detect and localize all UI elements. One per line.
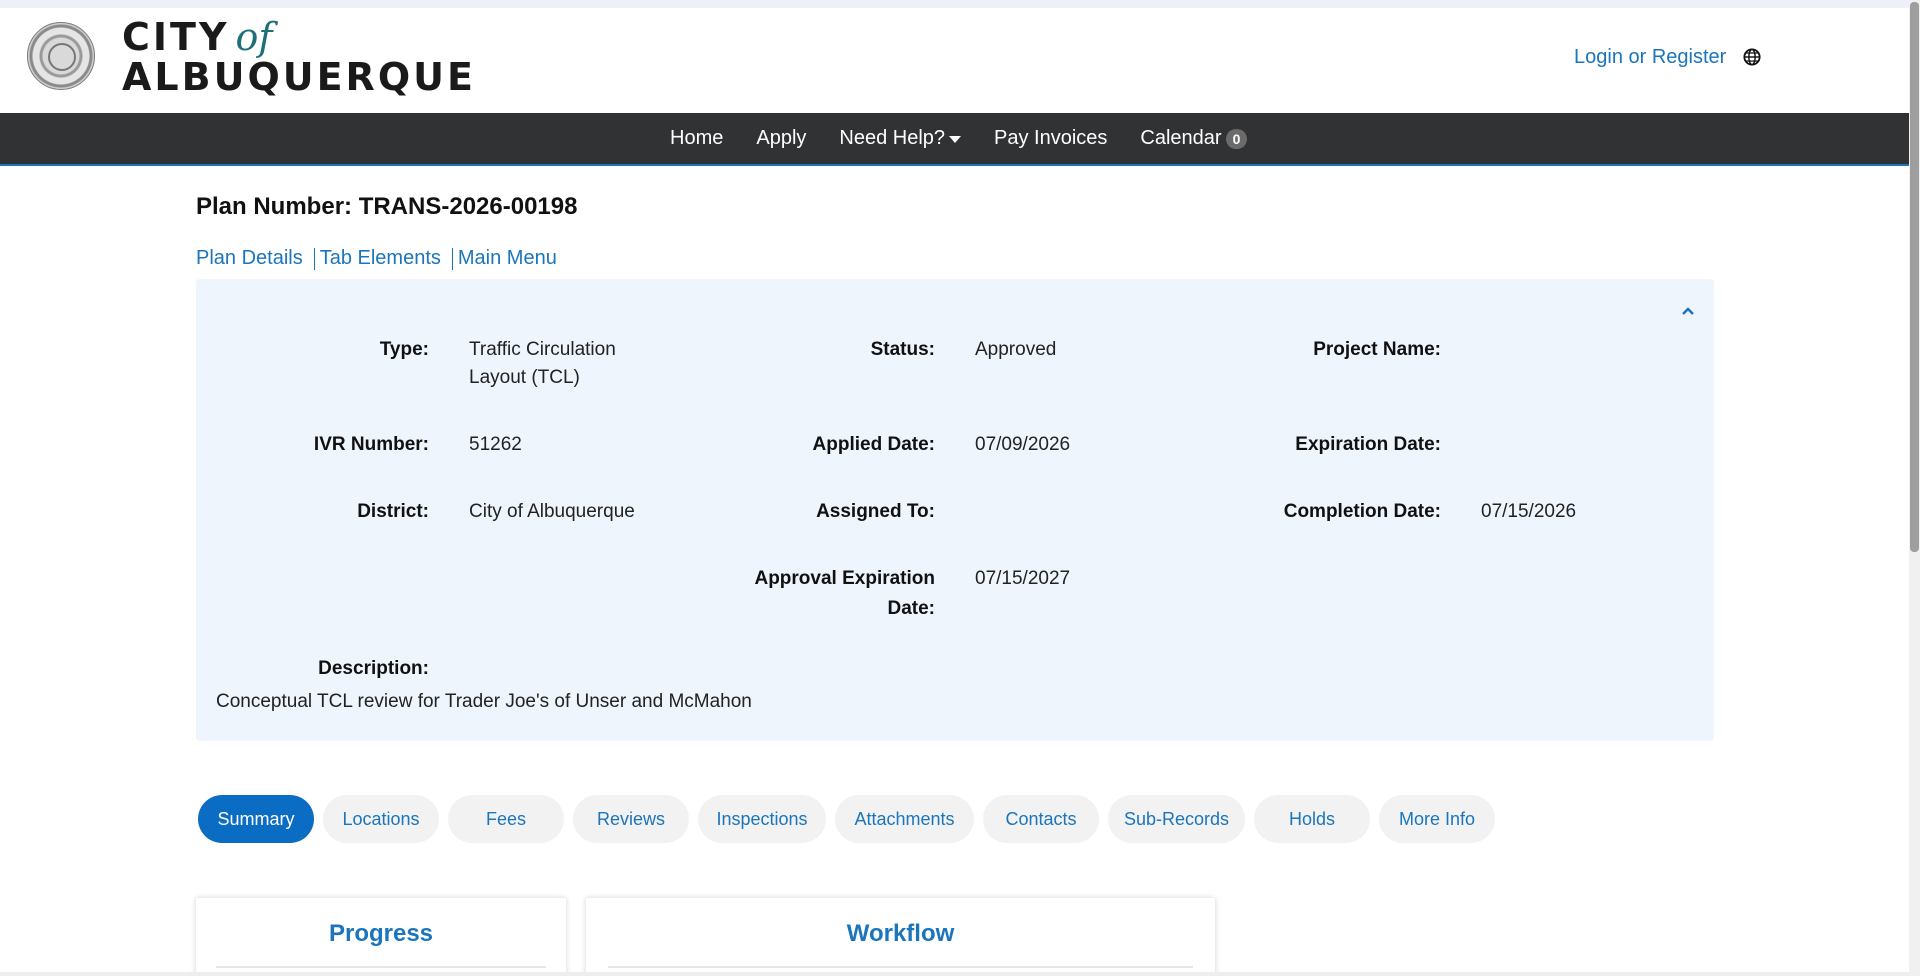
nav-home[interactable]: Home (670, 127, 723, 150)
description-label: Description: (318, 658, 429, 679)
top-border (0, 0, 1909, 8)
nav-home-label: Home (670, 127, 724, 149)
plan-subnav: Plan Details Tab Elements Main Menu (196, 247, 557, 270)
subnav-divider (451, 247, 453, 270)
nav-pay-invoices[interactable]: Pay Invoices (994, 127, 1107, 150)
type-label: Type: (379, 339, 429, 360)
card-divider (216, 966, 546, 968)
tab-summary[interactable]: Summary (198, 795, 314, 843)
workflow-card-title: Workflow (846, 920, 955, 947)
city-wordmark[interactable]: CITY of ALBUQUERQUE (122, 18, 476, 96)
page: CITY of ALBUQUERQUE Login or Register Hom… (0, 0, 1920, 976)
plan-details-link[interactable]: Plan Details (196, 247, 303, 270)
description-value: Conceptual TCL review for Trader Joe's o… (216, 691, 752, 712)
tab-fees[interactable]: Fees (448, 795, 564, 843)
city-seal-logo[interactable] (27, 22, 95, 90)
district-value: City of Albuquerque (469, 501, 635, 522)
nav-need-help[interactable]: Need Help? (839, 127, 962, 150)
chevron-up-icon[interactable] (1680, 305, 1696, 317)
progress-card: Progress (196, 898, 566, 976)
subnav-divider (313, 247, 315, 270)
wordmark-line2: ALBUQUERQUE (122, 55, 476, 99)
tab-inspections[interactable]: Inspections (698, 795, 826, 843)
nav-calendar-label: Calendar (1140, 127, 1222, 149)
nav-pay-invoices-label: Pay Invoices (994, 127, 1108, 149)
district-label: District: (357, 501, 429, 522)
ivr-number-label: IVR Number: (313, 434, 429, 455)
tab-attachments[interactable]: Attachments (835, 795, 974, 843)
seal-emblem (48, 43, 76, 71)
project-name-label: Project Name: (1313, 339, 1441, 360)
tab-holds[interactable]: Holds (1254, 795, 1370, 843)
nav-menu: Home Apply Need Help? Pay Invoices Calen… (670, 113, 1280, 164)
tab-reviews[interactable]: Reviews (573, 795, 689, 843)
nav-apply-label: Apply (756, 127, 807, 149)
card-divider (608, 966, 1193, 968)
login-register-link[interactable]: Login or Register (1574, 46, 1726, 69)
plan-title: Plan Number: TRANS-2026-00198 (196, 193, 578, 220)
expiration-date-label: Expiration Date: (1295, 434, 1441, 455)
globe-icon[interactable] (1743, 48, 1761, 66)
applied-date-label: Applied Date: (812, 434, 935, 455)
ivr-number-value: 51262 (469, 434, 522, 455)
plan-details-panel: Type: Traffic Circulation Layout (TCL) I… (196, 279, 1714, 741)
assigned-to-label: Assigned To: (816, 501, 935, 522)
completion-date-label: Completion Date: (1283, 501, 1441, 522)
caret-down-icon (949, 136, 962, 143)
scrollbar-thumb[interactable] (1910, 2, 1919, 552)
workflow-card: Workflow (586, 898, 1215, 976)
tab-more-info[interactable]: More Info (1379, 795, 1495, 843)
site-header: CITY of ALBUQUERQUE Login or Register (0, 8, 1909, 113)
tab-locations[interactable]: Locations (323, 795, 439, 843)
completion-date-value: 07/15/2026 (1481, 501, 1577, 522)
tab-contacts[interactable]: Contacts (983, 795, 1099, 843)
approval-expiration-label: Approval Expiration Date: (754, 568, 935, 619)
wordmark-of: of (235, 15, 273, 59)
approval-expiration-value: 07/15/2027 (975, 568, 1071, 589)
record-tabs: Summary Locations Fees Reviews Inspectio… (198, 795, 1504, 843)
applied-date-value: 07/09/2026 (975, 434, 1071, 455)
nav-need-help-label: Need Help? (839, 127, 946, 149)
progress-card-title: Progress (328, 920, 434, 947)
tab-sub-records[interactable]: Sub-Records (1108, 795, 1245, 843)
main-menu-link[interactable]: Main Menu (458, 247, 557, 270)
calendar-count-badge: 0 (1225, 128, 1248, 149)
status-label: Status: (870, 339, 935, 360)
type-value: Traffic Circulation Layout (TCL) (469, 339, 616, 388)
bottom-border (0, 972, 1909, 976)
wordmark-line1: CITY of (122, 18, 476, 56)
wordmark-city: CITY (122, 15, 230, 59)
nav-apply[interactable]: Apply (756, 127, 806, 150)
nav-calendar[interactable]: Calendar 0 (1140, 127, 1248, 150)
status-value: Approved (975, 339, 1057, 360)
main-navbar: Home Apply Need Help? Pay Invoices Calen… (0, 113, 1909, 166)
tab-elements-link[interactable]: Tab Elements (320, 247, 441, 270)
